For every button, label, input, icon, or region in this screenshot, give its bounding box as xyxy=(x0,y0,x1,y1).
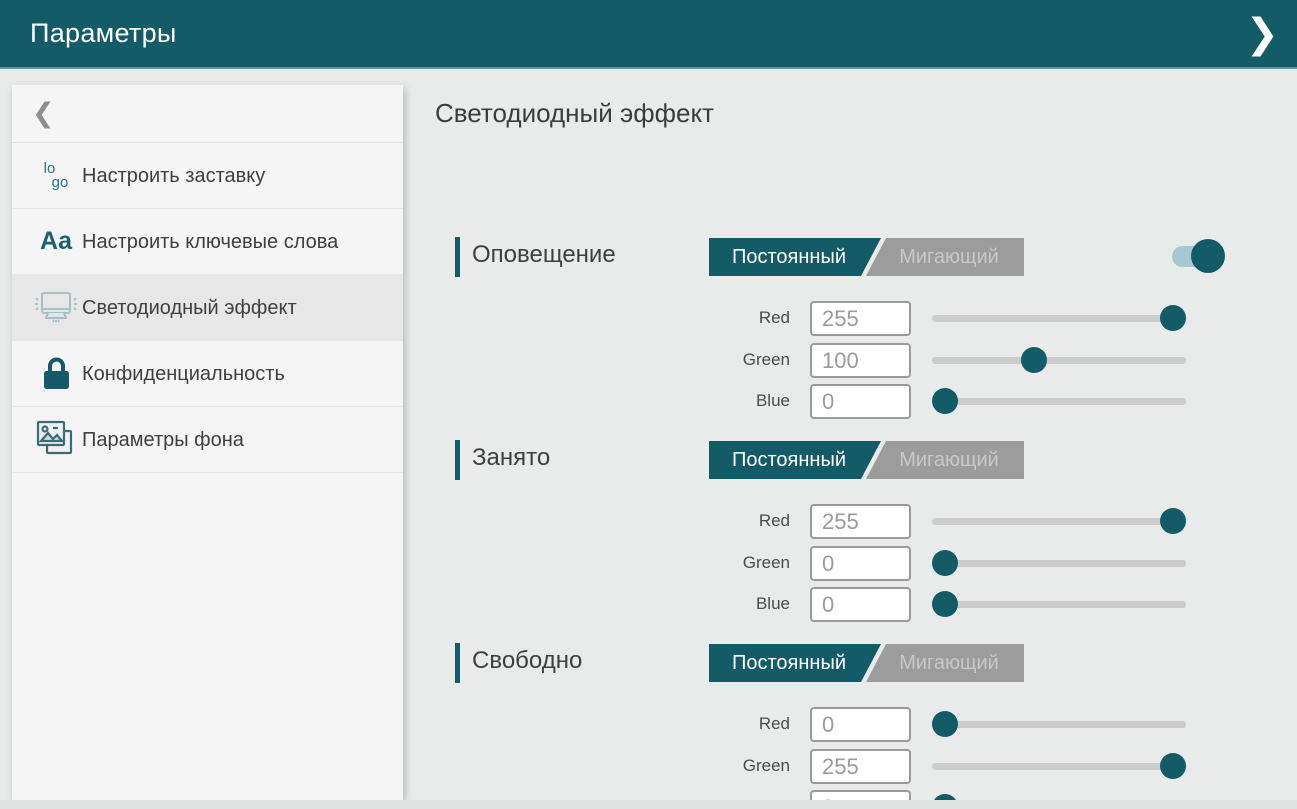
channel-row-green: Green xyxy=(435,745,1297,787)
channel-label: Green xyxy=(665,542,790,584)
sidebar-item-label: Настроить заставку xyxy=(82,163,265,189)
segment-constant-label: Постоянный xyxy=(709,652,869,675)
lock-icon xyxy=(41,356,71,392)
led-section-2: Свободно Мигающий Постоянный Red Green B… xyxy=(435,639,1297,809)
slider-thumb[interactable] xyxy=(1160,508,1186,534)
led-section-0: Оповещение Мигающий Постоянный Red Green… xyxy=(435,233,1297,433)
channel-label: Green xyxy=(665,745,790,787)
sidebar-item-2[interactable]: Светодиодный эффект xyxy=(12,275,403,341)
sidebar-item-label: Параметры фона xyxy=(82,427,244,453)
sidebar-item-label: Конфиденциальность xyxy=(82,361,285,387)
channel-row-blue: Blue xyxy=(435,583,1297,625)
enable-toggle[interactable] xyxy=(1172,238,1234,274)
sidebar-item-4[interactable]: Параметры фона xyxy=(12,407,403,473)
section-title: Свободно xyxy=(472,647,582,675)
page-title: Параметры xyxy=(0,18,177,49)
segment-blinking-label: Мигающий xyxy=(874,652,1024,675)
channel-label: Red xyxy=(665,703,790,745)
channel-slider[interactable] xyxy=(932,703,1186,745)
channel-row-red: Red xyxy=(435,500,1297,542)
channel-value-input[interactable] xyxy=(810,707,911,742)
slider-thumb[interactable] xyxy=(932,388,958,414)
slider-thumb[interactable] xyxy=(932,591,958,617)
mode-segmented-control: Мигающий Постоянный xyxy=(709,644,1024,682)
slider-track xyxy=(932,721,1186,728)
led-effect-icon xyxy=(33,290,79,326)
slider-thumb[interactable] xyxy=(1160,753,1186,779)
channel-slider[interactable] xyxy=(932,745,1186,787)
channel-label: Red xyxy=(665,297,790,339)
sidebar-item-3[interactable]: Конфиденциальность xyxy=(12,341,403,407)
section-title: Занято xyxy=(472,444,550,472)
channel-value-input[interactable] xyxy=(810,301,911,336)
settings-screen: Параметры ❯ ❮ logo Настроить заставку Aa… xyxy=(0,0,1297,809)
slider-thumb[interactable] xyxy=(1160,305,1186,331)
channel-value-input[interactable] xyxy=(810,384,911,419)
channel-value-input[interactable] xyxy=(810,749,911,784)
segment-constant-label: Постоянный xyxy=(709,246,869,269)
keywords-icon: Aa xyxy=(40,227,72,256)
app-header: Параметры ❯ xyxy=(0,0,1297,69)
channel-slider[interactable] xyxy=(932,500,1186,542)
slider-track xyxy=(932,357,1186,364)
slider-thumb[interactable] xyxy=(1021,347,1047,373)
section-title: Оповещение xyxy=(472,241,616,269)
main-content: Светодиодный эффект Оповещение Мигающий … xyxy=(435,85,1297,809)
slider-thumb[interactable] xyxy=(932,711,958,737)
segment-blinking-label: Мигающий xyxy=(874,246,1024,269)
sidebar-menu: logo Настроить заставку Aa Настроить клю… xyxy=(12,143,403,473)
mode-segmented-control: Мигающий Постоянный xyxy=(709,238,1024,276)
channel-label: Blue xyxy=(665,583,790,625)
sidebar-back-button[interactable]: ❮ xyxy=(12,85,403,143)
channel-row-blue: Blue xyxy=(435,380,1297,422)
segment-constant-label: Постоянный xyxy=(709,449,869,472)
channel-value-input[interactable] xyxy=(810,343,911,378)
channel-slider[interactable] xyxy=(932,339,1186,381)
forward-chevron-icon[interactable]: ❯ xyxy=(1245,8,1279,60)
bottom-strip xyxy=(0,800,1297,809)
slider-track xyxy=(932,315,1186,322)
sidebar-item-label: Настроить ключевые слова xyxy=(82,229,338,255)
channel-slider[interactable] xyxy=(932,380,1186,422)
sidebar-item-1[interactable]: Aa Настроить ключевые слова xyxy=(12,209,403,275)
slider-thumb[interactable] xyxy=(932,550,958,576)
segment-blinking-label: Мигающий xyxy=(874,449,1024,472)
channel-label: Blue xyxy=(665,380,790,422)
channel-slider[interactable] xyxy=(932,542,1186,584)
channel-label: Green xyxy=(665,339,790,381)
slider-track xyxy=(932,601,1186,608)
channel-value-input[interactable] xyxy=(810,587,911,622)
mode-segmented-control: Мигающий Постоянный xyxy=(709,441,1024,479)
channel-row-green: Green xyxy=(435,542,1297,584)
content-title: Светодиодный эффект xyxy=(435,98,714,129)
section-accent-bar xyxy=(455,643,460,683)
back-chevron-icon: ❮ xyxy=(32,98,55,129)
channel-label: Red xyxy=(665,500,790,542)
section-accent-bar xyxy=(455,237,460,277)
toggle-knob xyxy=(1191,239,1225,273)
sidebar-item-0[interactable]: logo Настроить заставку xyxy=(12,143,403,209)
slider-track xyxy=(932,560,1186,567)
channel-row-green: Green xyxy=(435,339,1297,381)
channel-slider[interactable] xyxy=(932,583,1186,625)
slider-track xyxy=(932,518,1186,525)
channel-row-red: Red xyxy=(435,703,1297,745)
led-section-1: Занято Мигающий Постоянный Red Green Blu… xyxy=(435,436,1297,636)
channel-row-red: Red xyxy=(435,297,1297,339)
sidebar-item-label: Светодиодный эффект xyxy=(82,295,297,321)
sidebar: ❮ logo Настроить заставку Aa Настроить к… xyxy=(12,85,403,800)
slider-track xyxy=(932,398,1186,405)
background-icon xyxy=(35,419,77,461)
channel-value-input[interactable] xyxy=(810,546,911,581)
section-accent-bar xyxy=(455,440,460,480)
channel-value-input[interactable] xyxy=(810,504,911,539)
slider-track xyxy=(932,763,1186,770)
channel-slider[interactable] xyxy=(932,297,1186,339)
logo-icon: logo xyxy=(44,162,69,190)
